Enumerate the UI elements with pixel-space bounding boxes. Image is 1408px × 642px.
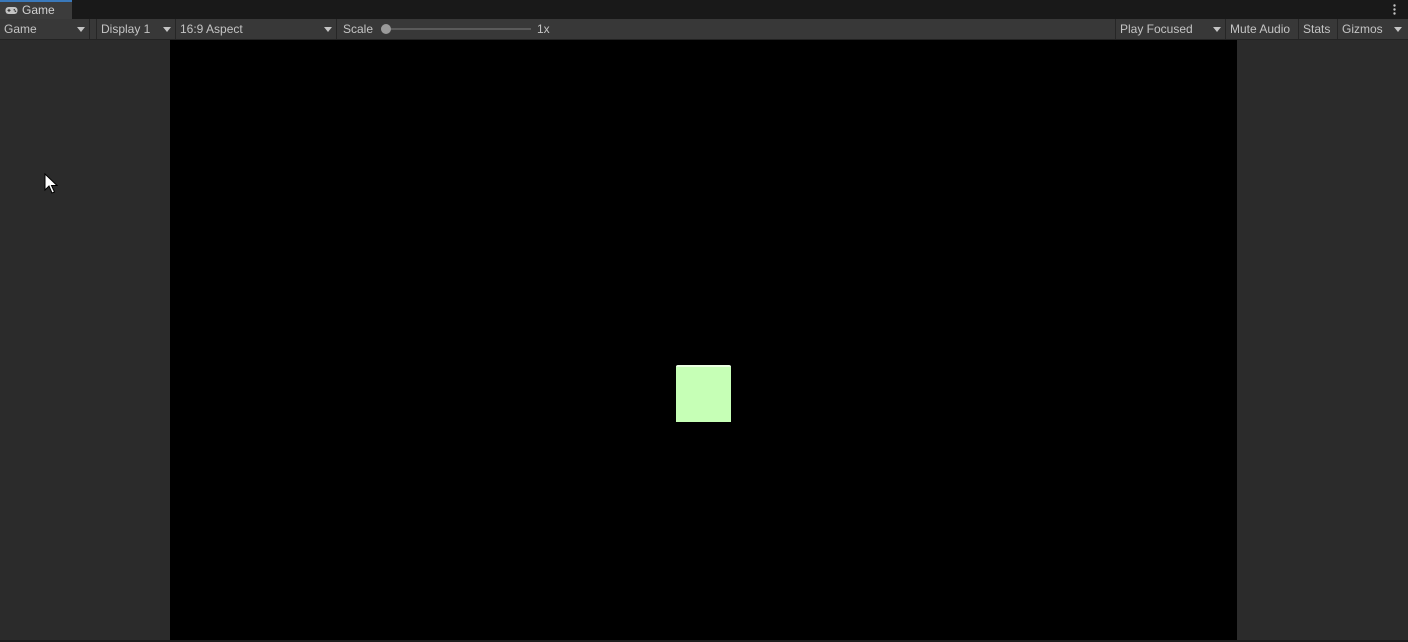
scale-slider-thumb[interactable] — [381, 24, 391, 34]
aspect-dropdown[interactable]: 16:9 Aspect — [176, 19, 337, 39]
chevron-down-icon — [324, 27, 332, 32]
aspect-label: 16:9 Aspect — [180, 22, 243, 36]
chevron-down-icon — [163, 27, 171, 32]
game-view-area — [0, 40, 1408, 642]
chevron-down-icon — [77, 27, 85, 32]
tab-label: Game — [22, 3, 55, 17]
play-mode-dropdown[interactable]: Play Focused — [1116, 19, 1226, 39]
scale-label: Scale — [343, 22, 374, 36]
stats-button[interactable]: Stats — [1299, 19, 1338, 39]
game-view-toolbar: Game Display 1 16:9 Aspect Scale 1x Play… — [0, 19, 1408, 40]
chevron-down-icon[interactable] — [1394, 27, 1402, 32]
green-cube — [676, 365, 731, 422]
mute-audio-label: Mute Audio — [1230, 22, 1291, 36]
scale-control: Scale 1x — [337, 19, 1116, 39]
play-mode-label: Play Focused — [1120, 22, 1193, 36]
scale-value: 1x — [537, 22, 550, 36]
view-mode-dropdown[interactable]: Game — [0, 19, 90, 39]
scale-slider-track[interactable] — [386, 28, 531, 30]
window-tab-bar: Game — [0, 0, 1408, 19]
mouse-cursor-icon — [44, 172, 59, 195]
gizmos-label: Gizmos — [1342, 22, 1383, 36]
gamepad-icon — [5, 6, 19, 16]
gizmos-button[interactable]: Gizmos — [1338, 19, 1408, 39]
tab-game[interactable]: Game — [0, 0, 72, 19]
display-dropdown[interactable]: Display 1 — [96, 19, 176, 39]
game-render-viewport[interactable] — [170, 40, 1237, 640]
more-options-icon[interactable] — [1390, 2, 1398, 16]
view-mode-label: Game — [4, 22, 37, 36]
stats-label: Stats — [1303, 22, 1331, 36]
mute-audio-button[interactable]: Mute Audio — [1226, 19, 1299, 39]
chevron-down-icon — [1213, 27, 1221, 32]
display-label: Display 1 — [101, 22, 151, 36]
